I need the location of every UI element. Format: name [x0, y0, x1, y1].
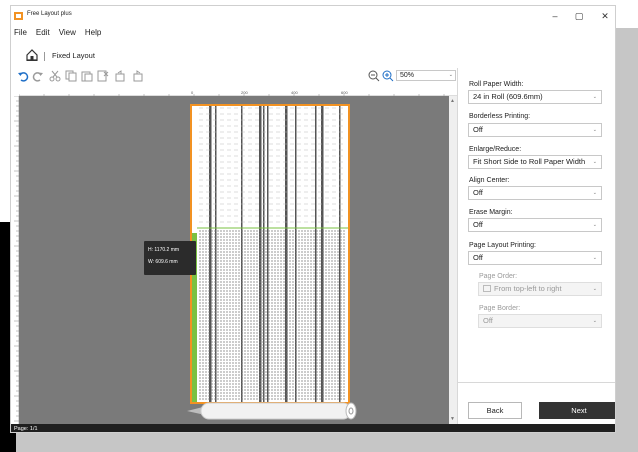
app-title: Free Layout plus [27, 11, 72, 17]
menu-edit[interactable]: Edit [36, 28, 50, 40]
horizontal-ruler: 0 200 400 600 [18, 86, 457, 99]
chevron-down-icon: ⌄ [592, 94, 597, 100]
paste-icon[interactable] [81, 70, 93, 82]
align-center-value: Off [473, 188, 483, 197]
ruler-label-600: 600 [341, 90, 348, 95]
maximize-button[interactable]: ▢ [569, 10, 589, 22]
chevron-down-icon: ⌄ [592, 318, 597, 324]
menu-bar: File Edit View Help [14, 28, 101, 40]
page-order-value: From top-left to right [494, 284, 562, 293]
title-bar: Free Layout plus – ▢ ✕ [11, 6, 615, 26]
mode-label: Fixed Layout [52, 51, 95, 60]
drawing-thumbnail [197, 106, 348, 402]
page-layout-printing-value: Off [473, 253, 483, 262]
menu-file[interactable]: File [14, 28, 27, 40]
vertical-ruler [11, 95, 19, 424]
scroll-down-icon[interactable]: ▼ [450, 416, 455, 422]
ruler-label-400: 400 [291, 90, 298, 95]
home-icon[interactable] [26, 49, 38, 61]
page-order-select[interactable]: From top-left to right ⌄ [478, 282, 602, 296]
menu-view[interactable]: View [59, 28, 76, 40]
borderless-printing-value: Off [473, 125, 483, 134]
preview-canvas[interactable]: H: 1170.2 mm W: 609.6 mm [19, 96, 449, 424]
chevron-down-icon: ⌄ [592, 159, 597, 165]
vertical-scrollbar[interactable]: ▲ ▼ [449, 96, 457, 424]
chevron-down-icon: ⌄ [448, 72, 453, 78]
desktop-background-bottom [0, 433, 638, 452]
page-layout-printing-label: Page Layout Printing: [469, 242, 536, 249]
page-order-icon [483, 285, 491, 292]
chevron-down-icon: ⌄ [592, 190, 597, 196]
page-indicator: Page: 1/1 [14, 426, 38, 432]
app-window: Free Layout plus – ▢ ✕ File Edit View He… [10, 5, 616, 433]
menu-help[interactable]: Help [85, 28, 101, 40]
page-border-select[interactable]: Off ⌄ [478, 314, 602, 328]
erase-margin-label: Erase Margin: [469, 209, 513, 216]
cut-icon[interactable] [49, 70, 61, 82]
mode-bar: Fixed Layout [11, 46, 615, 68]
paper-preview[interactable] [190, 104, 350, 404]
enlarge-reduce-label: Enlarge/Reduce: [469, 146, 522, 153]
dimension-tooltip: H: 1170.2 mm W: 609.6 mm [144, 241, 196, 275]
settings-panel: Roll Paper Width: 24 in Roll (609.6mm) ⌄… [457, 68, 615, 424]
vertical-ruler-ticks [14, 95, 19, 422]
zoom-in-icon[interactable] [382, 70, 394, 82]
preview-area: 0 200 400 600 H: 1170.2 mm W: 609.6 mm ▲… [11, 86, 457, 424]
borderless-printing-label: Borderless Printing: [469, 113, 531, 120]
zoom-value: 50% [400, 72, 415, 79]
roll-paper-width-value: 24 in Roll (609.6mm) [473, 92, 543, 101]
rotate-right-icon[interactable] [131, 70, 143, 82]
width-label: W: 609.6 mm [148, 259, 178, 265]
desktop-background-right [616, 28, 638, 452]
erase-margin-value: Off [473, 220, 483, 229]
roll-paper-icon [187, 402, 357, 420]
page-order-label: Page Order: [479, 273, 518, 280]
app-icon [14, 12, 23, 20]
ruler-corner [11, 86, 19, 96]
mode-separator [44, 52, 45, 61]
redo-icon[interactable] [32, 70, 44, 82]
page-border-value: Off [483, 316, 493, 325]
borderless-printing-select[interactable]: Off ⌄ [468, 123, 602, 137]
align-center-label: Align Center: [469, 177, 510, 184]
page-layout-printing-select[interactable]: Off ⌄ [468, 251, 602, 265]
roll-paper-width-select[interactable]: 24 in Roll (609.6mm) ⌄ [468, 90, 602, 104]
page-border-label: Page Border: [479, 305, 521, 312]
delete-icon[interactable] [97, 70, 109, 82]
chevron-down-icon: ⌄ [592, 222, 597, 228]
chevron-down-icon: ⌄ [592, 255, 597, 261]
erase-margin-select[interactable]: Off ⌄ [468, 218, 602, 232]
rotate-left-icon[interactable] [115, 70, 127, 82]
ruler-label-0: 0 [191, 90, 194, 95]
chevron-down-icon: ⌄ [592, 127, 597, 133]
undo-icon[interactable] [17, 70, 29, 82]
height-label: H: 1170.2 mm [148, 247, 180, 253]
zoom-select[interactable]: 50% ⌄ [396, 70, 456, 81]
panel-divider [458, 382, 615, 383]
scroll-up-icon[interactable]: ▲ [450, 98, 455, 104]
toolbar: 50% ⌄ [11, 68, 457, 84]
back-button[interactable]: Back [468, 402, 522, 419]
next-button[interactable]: Next [539, 402, 615, 419]
minimize-button[interactable]: – [545, 10, 565, 22]
enlarge-reduce-value: Fit Short Side to Roll Paper Width [473, 157, 586, 166]
enlarge-reduce-select[interactable]: Fit Short Side to Roll Paper Width ⌄ [468, 155, 602, 169]
copy-icon[interactable] [65, 70, 77, 82]
align-center-select[interactable]: Off ⌄ [468, 186, 602, 200]
chevron-down-icon: ⌄ [592, 286, 597, 292]
zoom-out-icon[interactable] [368, 70, 380, 82]
close-button[interactable]: ✕ [595, 10, 615, 22]
ruler-label-200: 200 [241, 90, 248, 95]
roll-paper-width-label: Roll Paper Width: [469, 81, 524, 88]
status-bar: Page: 1/1 [11, 424, 615, 432]
